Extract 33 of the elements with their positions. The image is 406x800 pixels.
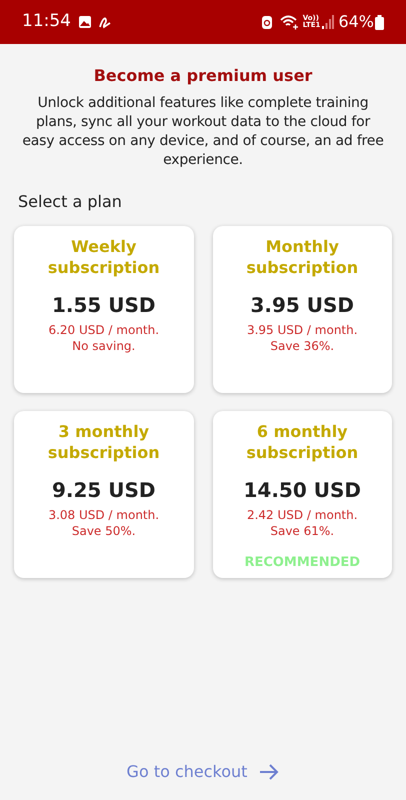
status-time: 11:54 — [22, 10, 71, 34]
battery-percentage: 64% — [338, 11, 374, 33]
plan-name: Weekly subscription — [46, 236, 161, 278]
plan-price: 9.25 USD — [52, 477, 156, 504]
plan-price: 1.55 USD — [52, 292, 156, 319]
wifi-icon — [278, 14, 299, 30]
arrow-icon — [259, 764, 280, 780]
description: Unlock additional features like complete training plans, sync all your workout data to the cloud for easy access on any device, and of course, an ad free experience. — [21, 94, 385, 170]
app-icon — [98, 15, 112, 29]
saving-text: Save 36%. — [270, 338, 334, 354]
signal-icon — [322, 15, 334, 29]
monthly-price: 2.42 USD / month. — [246, 507, 358, 523]
plan-price: 3.95 USD — [250, 292, 354, 319]
page-title: Become a premium user — [94, 65, 312, 87]
monthly-price: 3.95 USD / month. — [246, 322, 358, 338]
section-label: Select a plan — [18, 191, 123, 213]
plan-card[interactable]: 3 monthly subscription 9.25 USD 3.08 USD / month. Save 50%. — [14, 411, 194, 578]
plan-name: 6 monthly subscription — [245, 421, 360, 463]
monthly-price: 6.20 USD / month. — [48, 322, 160, 338]
saving-text: No saving. — [72, 338, 136, 354]
plan-card[interactable]: 6 monthly subscription 14.50 USD 2.42 USD / month. Save 61%. RECOMMENDED — [212, 411, 392, 578]
plan-card[interactable]: Monthly subscription 3.95 USD 3.95 USD / month. Save 36%. — [212, 226, 392, 393]
plan-card[interactable]: Weekly subscription 1.55 USD 6.20 USD / month. No saving. — [14, 226, 194, 393]
plan-name: Monthly subscription — [245, 236, 360, 278]
battery-saver-icon — [260, 14, 273, 30]
monthly-price: 3.08 USD / month. — [48, 507, 160, 523]
battery-icon — [375, 14, 384, 30]
recommended-label: RECOMMENDED — [244, 554, 360, 572]
plan-name: 3 monthly subscription — [46, 421, 161, 463]
gallery-icon — [78, 15, 92, 29]
saving-text: Save 50%. — [72, 523, 136, 539]
plan-price: 14.50 USD — [244, 477, 361, 504]
saving-text: Save 61%. — [270, 523, 334, 539]
